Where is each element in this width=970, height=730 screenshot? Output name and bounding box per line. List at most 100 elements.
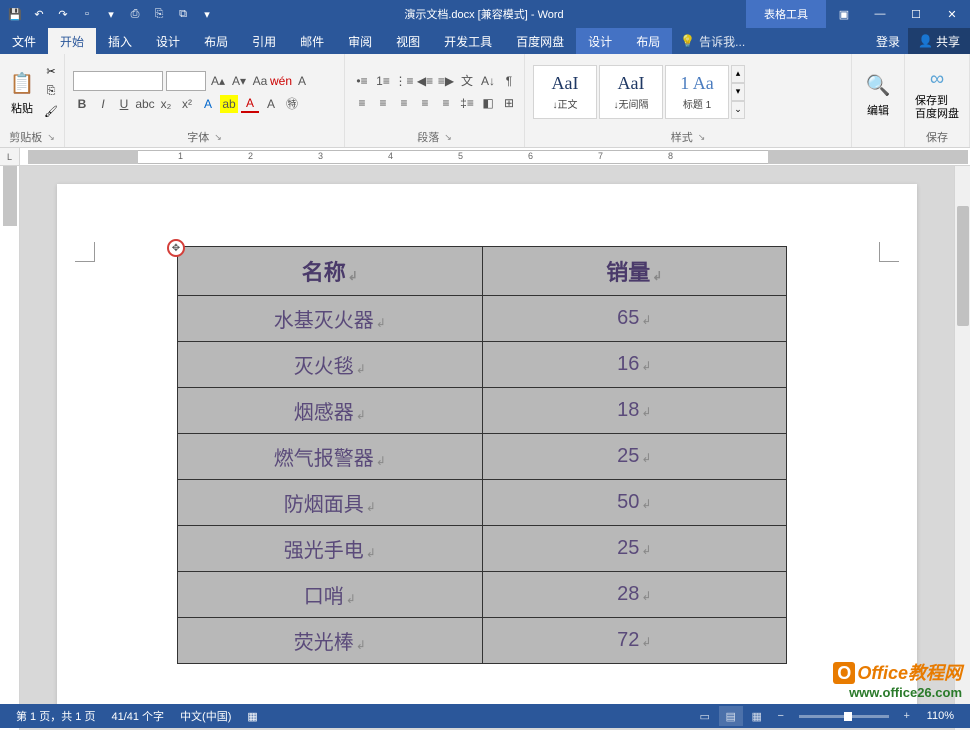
justify-icon[interactable]: ≡ bbox=[416, 94, 434, 112]
web-layout-icon[interactable]: ▦ bbox=[745, 706, 769, 726]
zoom-slider[interactable] bbox=[799, 715, 889, 718]
subscript-icon[interactable]: x₂ bbox=[157, 95, 175, 113]
header-name[interactable]: 名称 bbox=[302, 260, 346, 285]
superscript-icon[interactable]: x² bbox=[178, 95, 196, 113]
horizontal-ruler[interactable]: L 12345678 bbox=[0, 148, 970, 166]
paste-button[interactable]: 📋 粘贴 bbox=[4, 66, 40, 118]
macro-status-icon[interactable]: ▦ bbox=[239, 710, 265, 723]
share-button[interactable]: 👤 共享 bbox=[908, 28, 970, 54]
tab-review[interactable]: 审阅 bbox=[336, 28, 384, 54]
close-icon[interactable]: ✕ bbox=[934, 0, 970, 28]
zoom-in-icon[interactable]: + bbox=[895, 706, 919, 726]
tab-mailings[interactable]: 邮件 bbox=[288, 28, 336, 54]
highlight-icon[interactable]: ab bbox=[220, 95, 238, 113]
strikethrough-icon[interactable]: abc bbox=[136, 95, 154, 113]
login-button[interactable]: 登录 bbox=[868, 28, 908, 54]
qat-dropdown-icon[interactable]: ▾ bbox=[100, 3, 122, 25]
ribbon-options-icon[interactable]: ▣ bbox=[826, 0, 862, 28]
language-status[interactable]: 中文(中国) bbox=[172, 708, 239, 724]
styles-dialog-launcher[interactable]: ↘ bbox=[698, 132, 706, 143]
scroll-thumb[interactable] bbox=[957, 206, 969, 326]
numbering-icon[interactable]: 1≡ bbox=[374, 72, 392, 90]
vertical-ruler[interactable] bbox=[0, 166, 20, 730]
align-center-icon[interactable]: ≡ bbox=[374, 94, 392, 112]
redo-icon[interactable]: ↷ bbox=[52, 3, 74, 25]
phonetic-guide-icon[interactable]: wén bbox=[272, 72, 290, 90]
text-effects-icon[interactable]: A bbox=[199, 95, 217, 113]
align-left-icon[interactable]: ≡ bbox=[353, 94, 371, 112]
align-right-icon[interactable]: ≡ bbox=[395, 94, 413, 112]
bold-icon[interactable]: B bbox=[73, 95, 91, 113]
font-size-input[interactable] bbox=[166, 71, 206, 91]
zoom-slider-thumb[interactable] bbox=[844, 712, 852, 721]
undo-icon[interactable]: ↶ bbox=[28, 3, 50, 25]
tab-insert[interactable]: 插入 bbox=[96, 28, 144, 54]
qat-icon-2[interactable]: ⎙ bbox=[124, 3, 146, 25]
gallery-expand-icon[interactable]: ⌄ bbox=[731, 101, 745, 119]
increase-indent-icon[interactable]: ≡▶ bbox=[437, 72, 455, 90]
clipboard-dialog-launcher[interactable]: ↘ bbox=[47, 132, 55, 143]
tab-layout[interactable]: 布局 bbox=[192, 28, 240, 54]
qat-more-icon[interactable]: ▾ bbox=[196, 3, 218, 25]
save-icon[interactable]: 💾 bbox=[4, 3, 26, 25]
print-layout-icon[interactable]: ▤ bbox=[719, 706, 743, 726]
minimize-icon[interactable]: — bbox=[862, 0, 898, 28]
save-to-cloud-button[interactable]: ∞ 保存到 百度网盘 bbox=[909, 61, 965, 121]
page-count[interactable]: 第 1 页，共 1 页 bbox=[8, 708, 103, 724]
qat-icon-4[interactable]: ⧉ bbox=[172, 3, 194, 25]
qat-icon-3[interactable]: ⎘ bbox=[148, 3, 170, 25]
tab-design[interactable]: 设计 bbox=[144, 28, 192, 54]
italic-icon[interactable]: I bbox=[94, 95, 112, 113]
show-marks-icon[interactable]: ¶ bbox=[500, 72, 518, 90]
distribute-icon[interactable]: ≡ bbox=[437, 94, 455, 112]
paragraph-dialog-launcher[interactable]: ↘ bbox=[444, 132, 452, 143]
sort-icon[interactable]: A↓ bbox=[479, 72, 497, 90]
tab-table-layout[interactable]: 布局 bbox=[624, 28, 672, 54]
maximize-icon[interactable]: ☐ bbox=[898, 0, 934, 28]
zoom-out-icon[interactable]: − bbox=[769, 706, 793, 726]
style-heading-1[interactable]: 1 Aa 标题 1 bbox=[665, 65, 729, 119]
zoom-level[interactable]: 110% bbox=[919, 710, 962, 722]
find-button[interactable]: 🔍 编辑 bbox=[856, 68, 900, 120]
tab-references[interactable]: 引用 bbox=[240, 28, 288, 54]
style-normal[interactable]: AaI ↓正文 bbox=[533, 65, 597, 119]
underline-icon[interactable]: U bbox=[115, 95, 133, 113]
tab-developer[interactable]: 开发工具 bbox=[432, 28, 504, 54]
tab-table-design[interactable]: 设计 bbox=[576, 28, 624, 54]
qat-icon[interactable]: ▫ bbox=[76, 3, 98, 25]
tab-baidu[interactable]: 百度网盘 bbox=[504, 28, 576, 54]
borders-icon[interactable]: ⊞ bbox=[500, 94, 518, 112]
cut-icon[interactable]: ✂ bbox=[42, 63, 60, 81]
data-table[interactable]: 名称↲ 销量↲ 水基灭火器↲65↲ 灭火毯↲16↲ 烟感器↲18↲ 燃气报警器↲… bbox=[177, 246, 787, 664]
vertical-scrollbar[interactable] bbox=[954, 166, 970, 730]
font-dialog-launcher[interactable]: ↘ bbox=[214, 132, 222, 143]
read-mode-icon[interactable]: ▭ bbox=[693, 706, 717, 726]
shading-icon[interactable]: ◧ bbox=[479, 94, 497, 112]
font-name-input[interactable] bbox=[73, 71, 163, 91]
tell-me-search[interactable]: 💡 告诉我... bbox=[672, 28, 753, 54]
page-viewport[interactable]: 名称↲ 销量↲ 水基灭火器↲65↲ 灭火毯↲16↲ 烟感器↲18↲ 燃气报警器↲… bbox=[20, 166, 954, 730]
word-count[interactable]: 41/41 个字 bbox=[103, 708, 172, 724]
multilevel-icon[interactable]: ⋮≡ bbox=[395, 72, 413, 90]
char-shading-icon[interactable]: A bbox=[262, 95, 280, 113]
gallery-up-icon[interactable]: ▴ bbox=[731, 65, 745, 83]
decrease-indent-icon[interactable]: ◀≡ bbox=[416, 72, 434, 90]
style-no-spacing[interactable]: AaI ↓无间隔 bbox=[599, 65, 663, 119]
copy-icon[interactable]: ⎘ bbox=[42, 83, 60, 101]
enclose-char-icon[interactable]: ㊕ bbox=[283, 95, 301, 113]
table-move-handle[interactable] bbox=[167, 239, 185, 257]
grow-font-icon[interactable]: A▴ bbox=[209, 72, 227, 90]
change-case-icon[interactable]: Aa bbox=[251, 72, 269, 90]
tab-view[interactable]: 视图 bbox=[384, 28, 432, 54]
line-spacing-icon[interactable]: ‡≡ bbox=[458, 94, 476, 112]
char-border-icon[interactable]: A bbox=[293, 72, 311, 90]
bullets-icon[interactable]: •≡ bbox=[353, 72, 371, 90]
tab-home[interactable]: 开始 bbox=[48, 28, 96, 54]
tab-file[interactable]: 文件 bbox=[0, 28, 48, 54]
font-color-icon[interactable]: A bbox=[241, 95, 259, 113]
format-painter-icon[interactable]: 🖌 bbox=[42, 103, 60, 121]
ruler-corner[interactable]: L bbox=[0, 148, 20, 166]
header-sales[interactable]: 销量 bbox=[606, 260, 650, 285]
gallery-down-icon[interactable]: ▾ bbox=[731, 83, 745, 101]
shrink-font-icon[interactable]: A▾ bbox=[230, 72, 248, 90]
